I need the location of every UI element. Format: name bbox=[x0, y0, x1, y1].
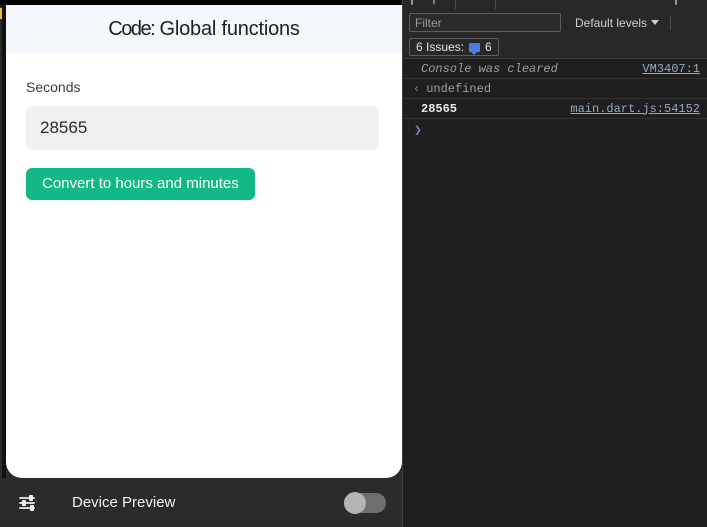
console-row[interactable]: Console was cleared VM3407:1 bbox=[403, 59, 707, 79]
toggle-knob bbox=[344, 492, 366, 514]
console-source-link[interactable]: VM3407:1 bbox=[642, 62, 700, 76]
toolbar-separator-2 bbox=[495, 0, 496, 9]
device-preview-label: Device Preview bbox=[72, 494, 175, 511]
log-levels-dropdown[interactable]: Default levels bbox=[575, 16, 659, 30]
app-viewport: Code: Global functions Seconds Convert t… bbox=[6, 5, 402, 478]
convert-button[interactable]: Convert to hours and minutes bbox=[26, 168, 255, 200]
device-preview-toggle[interactable] bbox=[344, 493, 386, 513]
device-preview-bottom-bar: Device Preview bbox=[0, 478, 402, 527]
console-source-link[interactable]: main.dart.js:54152 bbox=[570, 102, 700, 116]
console-message: Console was cleared bbox=[413, 62, 634, 76]
console-row[interactable]: 28565 main.dart.js:54152 bbox=[403, 99, 707, 119]
screen-root: Code: Global functions Seconds Convert t… bbox=[0, 0, 707, 527]
log-levels-label: Default levels bbox=[575, 16, 647, 30]
console-message: 28565 bbox=[413, 102, 562, 116]
page-title-prefix: Code bbox=[108, 18, 150, 40]
devtools-icon-toolbar bbox=[403, 0, 707, 9]
console-message: undefined bbox=[426, 82, 700, 96]
no-entry-icon[interactable] bbox=[433, 0, 435, 5]
console-row[interactable]: ‹ undefined bbox=[403, 79, 707, 99]
seconds-input[interactable] bbox=[26, 106, 379, 150]
issues-count: 6 bbox=[485, 40, 492, 54]
settings-gear-icon[interactable] bbox=[675, 0, 677, 5]
console-prompt[interactable]: ❯ bbox=[403, 119, 707, 141]
devtools-issues-bar: 6 Issues: 6 bbox=[403, 36, 707, 59]
result-arrow-icon: ‹ bbox=[413, 82, 420, 96]
app-header: Code: Global functions bbox=[6, 5, 402, 53]
toolbar-separator-1 bbox=[455, 0, 456, 9]
filter-input[interactable] bbox=[409, 13, 561, 32]
page-title: Code: Global functions bbox=[108, 18, 299, 41]
issues-label: 6 Issues: bbox=[416, 40, 464, 54]
console-log-list[interactable]: Console was cleared VM3407:1 ‹ undefined… bbox=[403, 59, 707, 527]
devtools-filter-toolbar: Default levels bbox=[403, 9, 707, 36]
chevron-down-icon bbox=[651, 20, 659, 25]
sliders-icon[interactable] bbox=[18, 493, 42, 513]
message-icon bbox=[469, 43, 480, 52]
seconds-field-label: Seconds bbox=[26, 79, 382, 95]
prompt-caret-icon: ❯ bbox=[414, 123, 422, 138]
clear-console-icon[interactable] bbox=[411, 0, 413, 5]
issues-chip[interactable]: 6 Issues: 6 bbox=[409, 38, 499, 56]
toolbar-divider bbox=[670, 16, 671, 30]
page-title-suffix: Global functions bbox=[154, 18, 300, 40]
app-body: Seconds Convert to hours and minutes bbox=[6, 53, 402, 200]
device-preview-pane: Code: Global functions Seconds Convert t… bbox=[0, 0, 402, 527]
devtools-panel: Default levels 6 Issues: 6 Console was c… bbox=[402, 0, 707, 527]
